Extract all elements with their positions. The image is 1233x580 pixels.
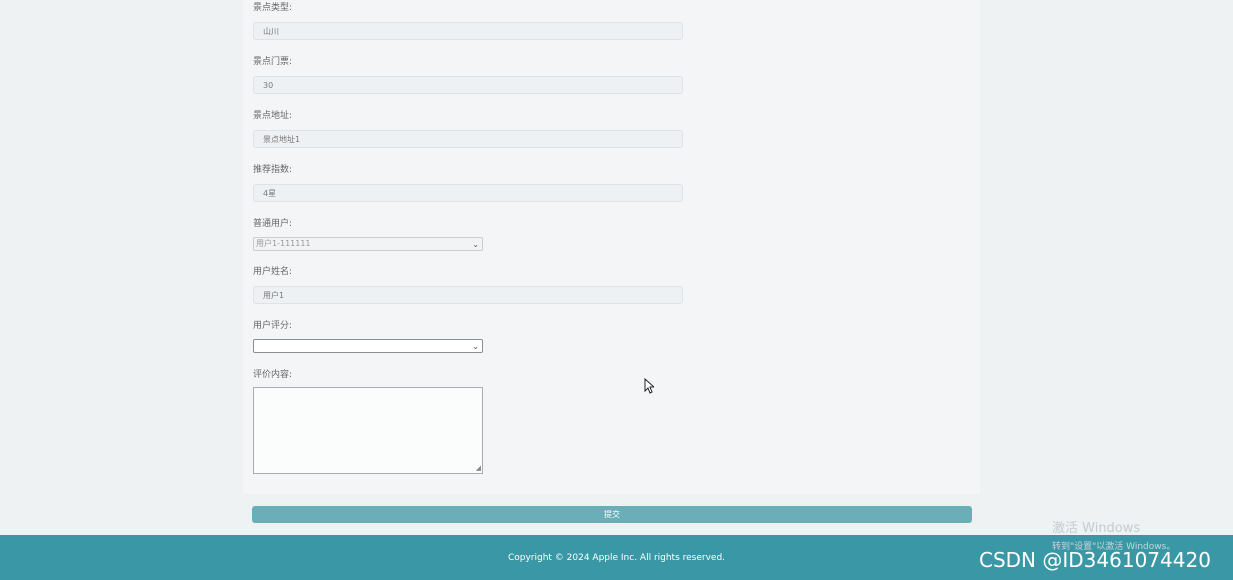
regular-user-value: 用户1-111111	[256, 239, 311, 248]
windows-activate-title: 激活 Windows	[1052, 521, 1141, 536]
submit-button[interactable]: 提交	[252, 506, 972, 523]
label-regular-user: 普通用户:	[253, 219, 293, 229]
mouse-cursor-icon	[644, 378, 654, 394]
label-recommend-index: 推荐指数:	[253, 165, 293, 175]
label-review-content: 评价内容:	[253, 370, 293, 380]
recommend-index-input[interactable]: 4星	[253, 184, 683, 202]
user-name-input[interactable]: 用户1	[253, 286, 683, 304]
chevron-down-icon: ⌄	[472, 240, 479, 249]
csdn-watermark: CSDN @ID3461074420	[979, 548, 1211, 572]
scenic-address-input[interactable]: 景点地址1	[253, 130, 683, 148]
label-scenic-address: 景点地址:	[253, 111, 293, 121]
chevron-down-icon: ⌄	[472, 342, 479, 351]
label-ticket-price: 景点门票:	[253, 57, 293, 67]
regular-user-select[interactable]: 用户1-111111 ⌄	[253, 237, 483, 251]
scenic-type-input[interactable]: 山川	[253, 22, 683, 40]
label-user-rating: 用户评分:	[253, 321, 293, 331]
label-user-name: 用户姓名:	[253, 267, 293, 277]
user-rating-select[interactable]: ⌄	[253, 339, 483, 353]
label-scenic-type: 景点类型:	[253, 3, 293, 13]
review-content-textarea[interactable]: ◢	[253, 387, 483, 474]
resize-grip-icon[interactable]: ◢	[476, 465, 481, 472]
ticket-price-input[interactable]: 30	[253, 76, 683, 94]
